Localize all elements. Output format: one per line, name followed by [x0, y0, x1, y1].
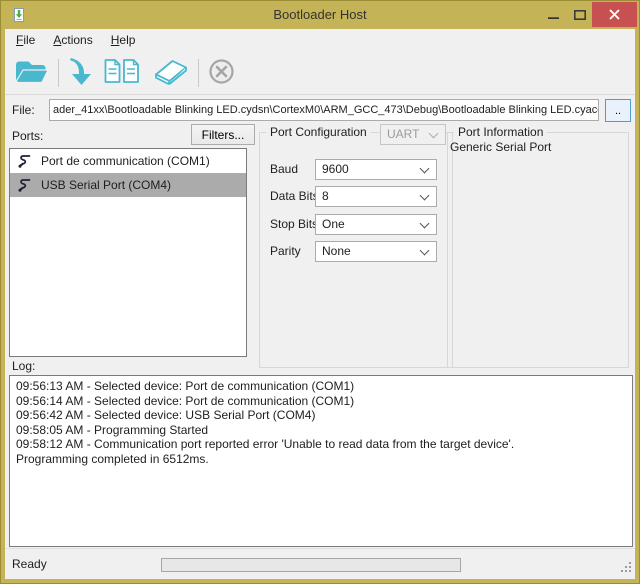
browse-button[interactable]: .. — [605, 99, 631, 122]
toolbar-separator — [58, 59, 59, 87]
maximize-button[interactable] — [567, 2, 592, 27]
toolbar-separator — [198, 59, 199, 87]
file-path-input[interactable]: ader_41xx\Bootloadable Blinking LED.cyds… — [49, 99, 599, 121]
port-item-label: Port de communication (COM1) — [41, 154, 210, 168]
erase-button[interactable] — [148, 54, 193, 92]
data-bits-label: Data Bits — [270, 186, 319, 207]
titlebar[interactable]: Bootloader Host — [1, 1, 639, 29]
stop-bits-value: One — [322, 217, 345, 231]
port-configuration-title: Port Configuration — [266, 125, 371, 139]
port-information-title: Port Information — [454, 125, 547, 139]
close-button[interactable] — [592, 2, 637, 27]
baud-value: 9600 — [322, 162, 349, 176]
protocol-select: UART — [380, 124, 446, 145]
parity-label: Parity — [270, 241, 301, 262]
open-folder-icon — [14, 57, 49, 88]
menu-help[interactable]: Help — [102, 29, 145, 51]
stop-bits-label: Stop Bits — [270, 214, 318, 235]
menubar: File Actions Help — [5, 29, 635, 51]
port-item-com4[interactable]: USB Serial Port (COM4) — [10, 173, 246, 197]
abort-stop-icon — [208, 58, 235, 88]
log-label: Log: — [12, 359, 35, 373]
data-bits-value: 8 — [322, 189, 329, 203]
port-information-text: Generic Serial Port — [450, 140, 551, 154]
chevron-down-icon — [420, 164, 430, 174]
ports-list[interactable]: Port de communication (COM1) USB Serial … — [9, 148, 247, 357]
verify-documents-icon — [103, 57, 144, 88]
port-item-label: USB Serial Port (COM4) — [41, 178, 171, 192]
log-line: Programming completed in 6512ms. — [16, 452, 628, 467]
program-download-arrow-icon — [68, 56, 95, 90]
stop-bits-select[interactable]: One — [315, 214, 437, 235]
chevron-down-icon — [420, 246, 430, 256]
eraser-icon — [152, 58, 189, 88]
open-file-button[interactable] — [10, 54, 53, 92]
log-line: 09:56:42 AM - Selected device: USB Seria… — [16, 408, 628, 423]
serial-port-icon — [16, 177, 32, 193]
log-line: 09:58:05 AM - Programming Started — [16, 423, 628, 438]
minimize-button[interactable] — [541, 2, 566, 27]
app-window: Bootloader Host File Actions Help — [0, 0, 640, 584]
menu-file[interactable]: File — [7, 29, 44, 51]
progress-bar — [161, 558, 461, 572]
port-item-com1[interactable]: Port de communication (COM1) — [10, 149, 246, 173]
menu-actions[interactable]: Actions — [44, 29, 101, 51]
baud-label: Baud — [270, 159, 298, 180]
data-bits-select[interactable]: 8 — [315, 186, 437, 207]
serial-port-icon — [16, 153, 32, 169]
chevron-down-icon — [429, 129, 439, 139]
log-line: 09:56:13 AM - Selected device: Port de c… — [16, 379, 628, 394]
protocol-value: UART — [387, 127, 419, 141]
chevron-down-icon — [420, 191, 430, 201]
toolbar — [5, 51, 635, 95]
parity-value: None — [322, 244, 351, 258]
status-text: Ready — [12, 557, 47, 571]
statusbar: Ready — [5, 548, 635, 579]
port-configuration-group: Port Configuration UART Baud 9600 Data B… — [259, 132, 453, 368]
abort-button — [204, 54, 239, 92]
baud-select[interactable]: 9600 — [315, 159, 437, 180]
client-area: File Actions Help — [5, 29, 635, 579]
program-button[interactable] — [64, 54, 99, 92]
file-path-value: ader_41xx\Bootloadable Blinking LED.cyds… — [53, 104, 599, 116]
filters-button[interactable]: Filters... — [191, 124, 255, 145]
ports-label: Ports: — [12, 129, 43, 143]
port-information-group: Port Information Generic Serial Port — [447, 132, 629, 368]
parity-select[interactable]: None — [315, 241, 437, 262]
chevron-down-icon — [420, 219, 430, 229]
log-line: 09:56:14 AM - Selected device: Port de c… — [16, 394, 628, 409]
log-output[interactable]: 09:56:13 AM - Selected device: Port de c… — [9, 375, 633, 547]
log-line: 09:58:12 AM - Communication port reporte… — [16, 437, 628, 452]
resize-grip-icon[interactable] — [619, 560, 632, 576]
verify-button[interactable] — [99, 54, 148, 92]
file-label: File: — [12, 103, 35, 117]
